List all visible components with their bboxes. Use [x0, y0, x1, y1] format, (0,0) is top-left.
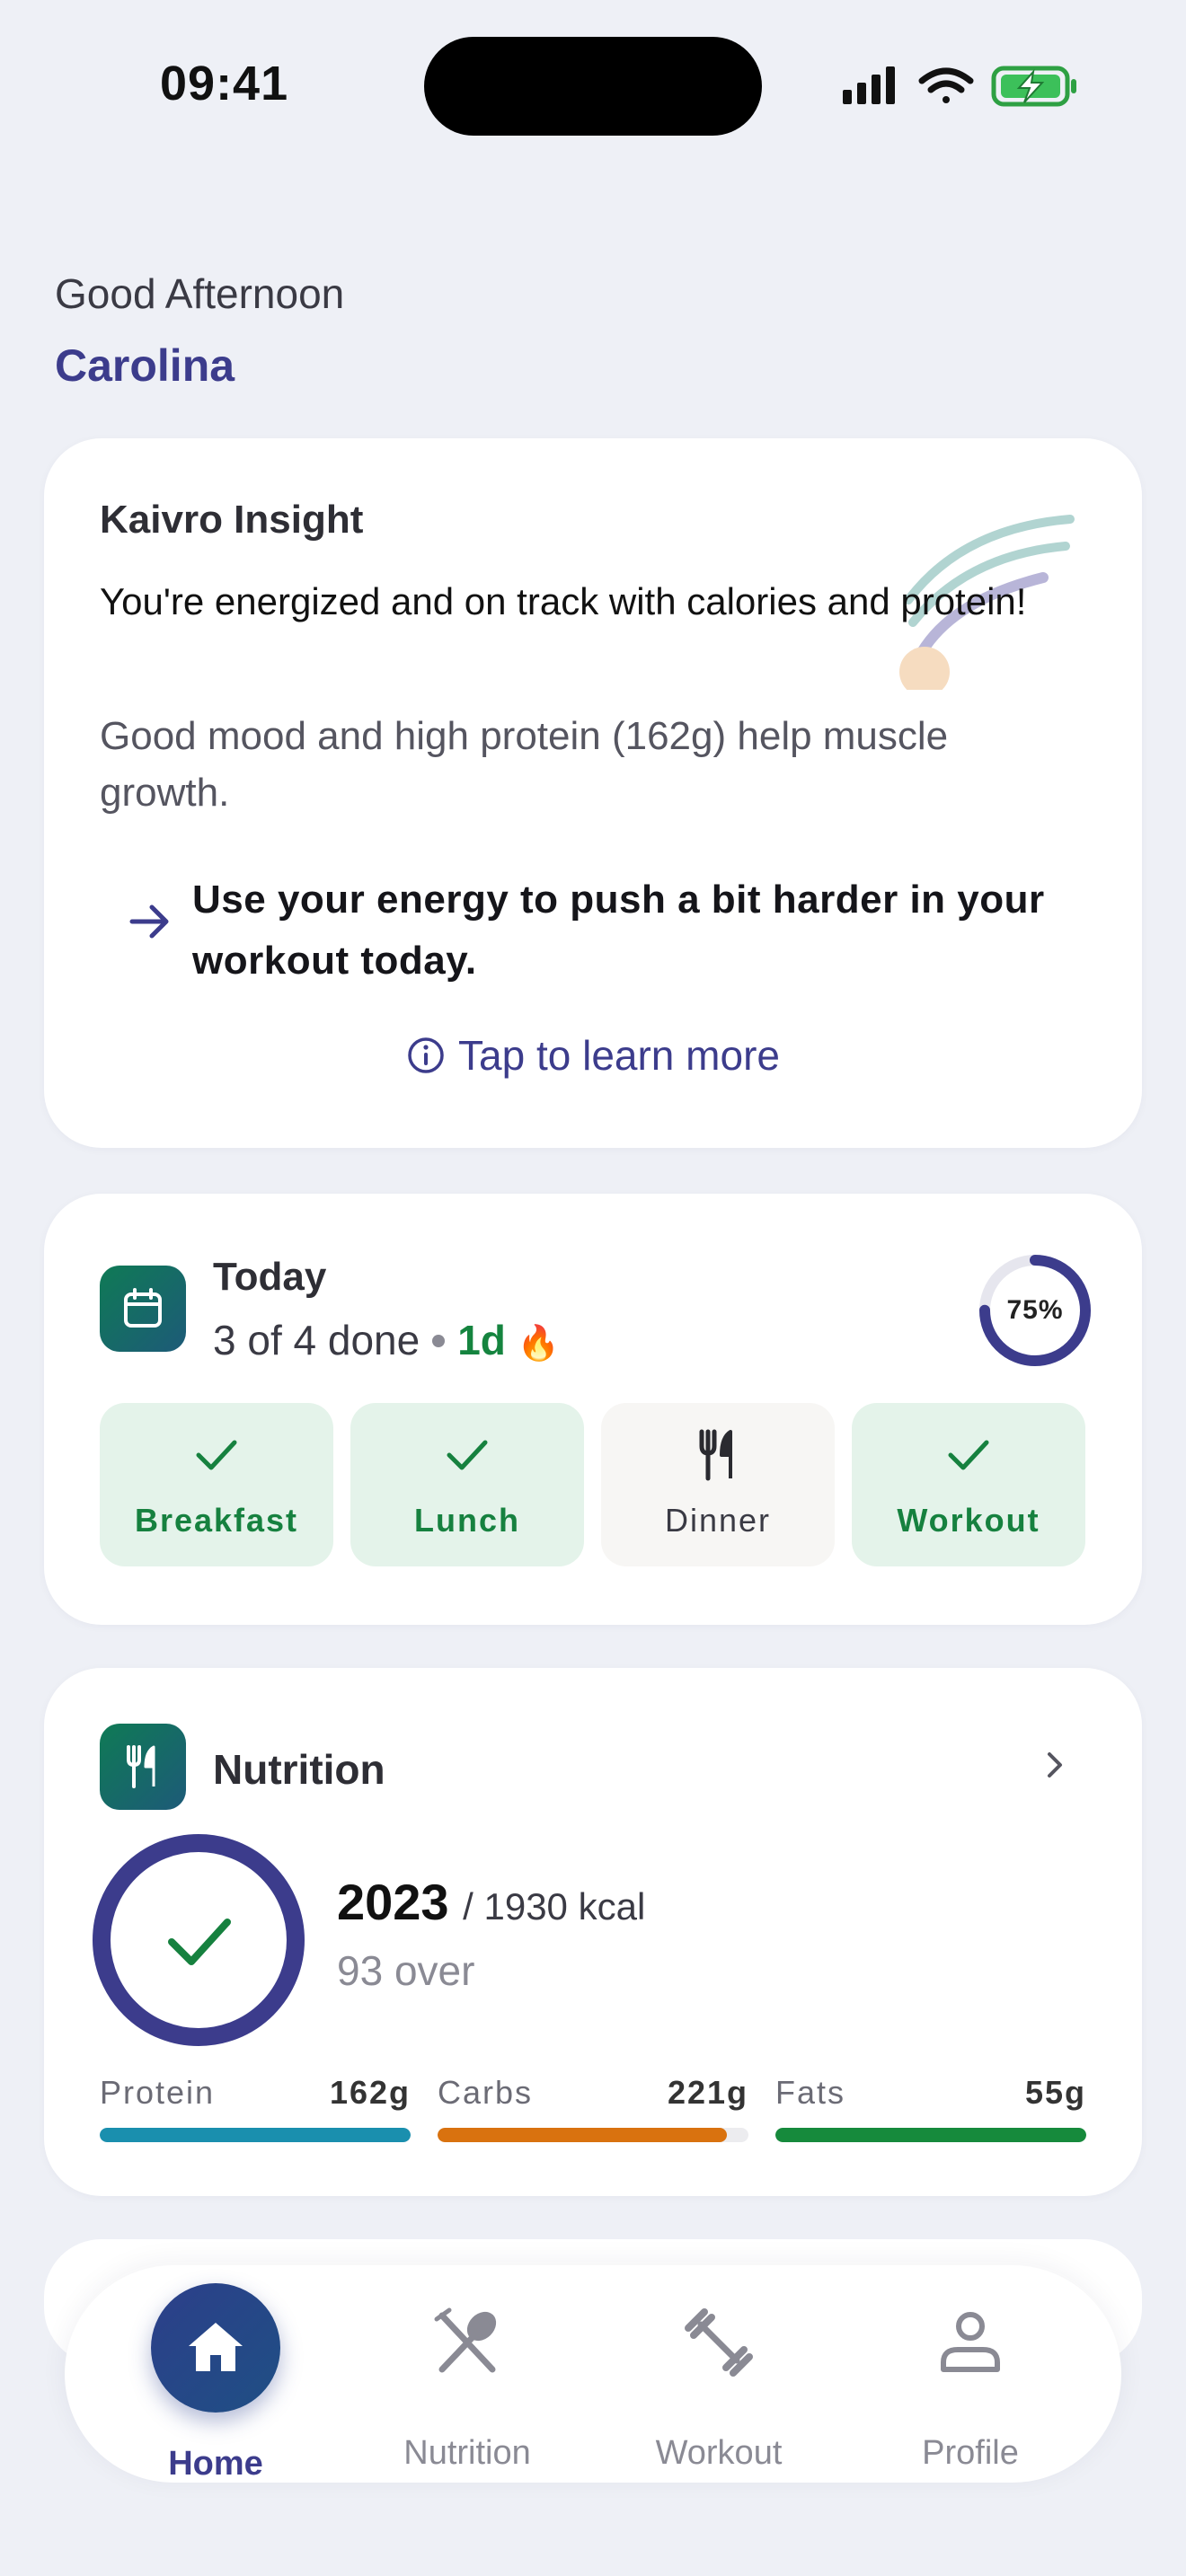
insight-action: Use your energy to push a bit harder in …: [192, 878, 1045, 983]
insight-card[interactable]: Kaivro Insight You're energized and on t…: [44, 438, 1142, 1148]
dynamic-island: [424, 37, 762, 136]
macro-track: [438, 2128, 748, 2142]
tab-bar: Home Nutrition Workout Profile: [65, 2265, 1121, 2483]
nutrition-title: Nutrition: [213, 1746, 385, 1793]
battery-charging-icon: [991, 66, 1076, 107]
task-lunch[interactable]: Lunch: [350, 1403, 584, 1566]
wifi-icon: [918, 67, 974, 103]
home-icon: [189, 2323, 243, 2371]
macro-name: Carbs: [438, 2074, 534, 2111]
macro-value: 162g: [329, 2074, 411, 2111]
macro-track: [100, 2128, 411, 2142]
calorie-value: 2023: [337, 1874, 449, 1930]
tab-profile-label[interactable]: Profile: [863, 2434, 1078, 2473]
insight-title: Kaivro Insight: [100, 498, 364, 542]
tab-workout-label[interactable]: Workout: [611, 2434, 827, 2473]
calorie-over-text: 93 over: [337, 1947, 475, 1994]
calorie-summary: 2023 / 1930 kcal: [337, 1873, 645, 1931]
task-label: Lunch: [414, 1502, 520, 1539]
signal-icon: [843, 66, 895, 104]
today-percent-label: 75%: [1006, 1295, 1064, 1325]
calorie-goal: / 1930 kcal: [463, 1885, 646, 1928]
macro-name: Protein: [100, 2074, 216, 2111]
nutrition-card[interactable]: Nutrition 2023 / 1930 kcal 93 over Prote…: [44, 1668, 1142, 2196]
learn-more-link[interactable]: Tap to learn more: [44, 1031, 1142, 1080]
check-icon: [168, 1919, 231, 1965]
user-name: Carolina: [55, 340, 235, 391]
arrow-right-icon: [129, 904, 169, 939]
today-progress-line: 3 of 4 done 1d 🔥: [213, 1316, 560, 1364]
today-card[interactable]: Today 3 of 4 done 1d 🔥 75% Breakfast Lunc…: [44, 1194, 1142, 1625]
tab-home-label[interactable]: Home: [108, 2445, 323, 2483]
calendar-tile: [100, 1266, 186, 1352]
calorie-ring: [93, 1834, 305, 2046]
streak-count: 1d: [457, 1317, 506, 1363]
check-icon: [948, 1440, 989, 1470]
separator-dot: [432, 1335, 446, 1347]
task-dinner[interactable]: Dinner: [601, 1403, 835, 1566]
status-icons: [843, 66, 1076, 107]
greeting-text: Good Afternoon: [55, 270, 345, 317]
macro-fill: [775, 2128, 1086, 2142]
macro-value: 55g: [1024, 2074, 1086, 2111]
learn-more-label: Tap to learn more: [458, 1032, 780, 1079]
chevron-right-icon[interactable]: [1037, 1747, 1073, 1783]
fork-knife-icon: [699, 1429, 732, 1481]
today-progress-text: 3 of 4 done: [213, 1317, 420, 1363]
task-workout[interactable]: Workout: [852, 1403, 1085, 1566]
task-label: Breakfast: [134, 1502, 299, 1539]
status-time: 09:41: [160, 57, 289, 110]
flame-icon: 🔥: [517, 1325, 560, 1363]
nutrition-tile: [100, 1724, 186, 1810]
macro-fill: [438, 2128, 727, 2142]
calendar-icon: [124, 1288, 162, 1328]
info-icon: [408, 1037, 444, 1073]
insight-headline: You're energized and on track with calor…: [100, 580, 1027, 622]
task-label: Workout: [897, 1502, 1040, 1539]
macro-value: 221g: [667, 2074, 748, 2111]
tab-nutrition-label[interactable]: Nutrition: [359, 2434, 575, 2473]
macro-fill: [100, 2128, 411, 2142]
task-label: Dinner: [664, 1502, 772, 1539]
person-icon[interactable]: [933, 2305, 1008, 2380]
today-title: Today: [213, 1255, 327, 1299]
task-breakfast[interactable]: Breakfast: [100, 1403, 333, 1566]
tab-home[interactable]: [151, 2283, 280, 2413]
check-icon: [447, 1440, 488, 1470]
fork-spoon-icon[interactable]: [429, 2305, 505, 2380]
fork-knife-icon: [127, 1745, 155, 1788]
macro-track: [775, 2128, 1086, 2142]
dumbbell-icon[interactable]: [681, 2305, 757, 2380]
macro-name: Fats: [775, 2074, 846, 2111]
check-icon: [196, 1440, 237, 1470]
insight-detail: Good mood and high protein (162g) help m…: [100, 714, 949, 815]
